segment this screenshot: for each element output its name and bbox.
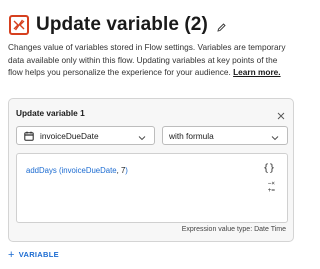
mode-select[interactable]: with formula bbox=[162, 126, 288, 145]
variable-select-value: invoiceDueDate bbox=[40, 130, 99, 141]
mode-select-value: with formula bbox=[169, 130, 214, 141]
update-variable-card: Update variable 1 invoiceDueDate with fo… bbox=[8, 98, 294, 242]
header: Update variable (2) bbox=[9, 12, 226, 38]
add-variable-label: VARIABLE bbox=[18, 250, 59, 259]
expression-argument: invoiceDueDate bbox=[61, 166, 117, 175]
expression-close: ) bbox=[125, 166, 128, 175]
chevron-down-icon bbox=[271, 133, 279, 143]
update-variable-icon bbox=[9, 15, 29, 35]
close-icon[interactable] bbox=[277, 107, 285, 125]
pencil-icon[interactable] bbox=[217, 22, 226, 32]
variable-select[interactable]: invoiceDueDate bbox=[16, 126, 155, 145]
expression-editor[interactable]: addDays (invoiceDueDate, 7) {} −× += bbox=[16, 153, 288, 223]
expression-type-label: Expression value type: Date Time bbox=[181, 226, 286, 233]
add-variable-button[interactable]: + VARIABLE bbox=[8, 248, 59, 261]
plus-icon: + bbox=[8, 248, 15, 261]
expression-text[interactable]: addDays (invoiceDueDate, 7) bbox=[26, 166, 128, 175]
chevron-down-icon bbox=[138, 133, 146, 143]
calendar-icon bbox=[24, 131, 34, 141]
learn-more-link[interactable]: Learn more. bbox=[233, 67, 281, 77]
page-title: Update variable (2) bbox=[36, 14, 208, 35]
card-title: Update variable 1 bbox=[16, 108, 85, 118]
braces-icon[interactable]: {} bbox=[263, 163, 275, 174]
description: Changes value of variables stored in Flo… bbox=[8, 41, 294, 79]
operators-icon[interactable]: −× += bbox=[268, 180, 275, 194]
expression-function: addDays ( bbox=[26, 166, 62, 175]
